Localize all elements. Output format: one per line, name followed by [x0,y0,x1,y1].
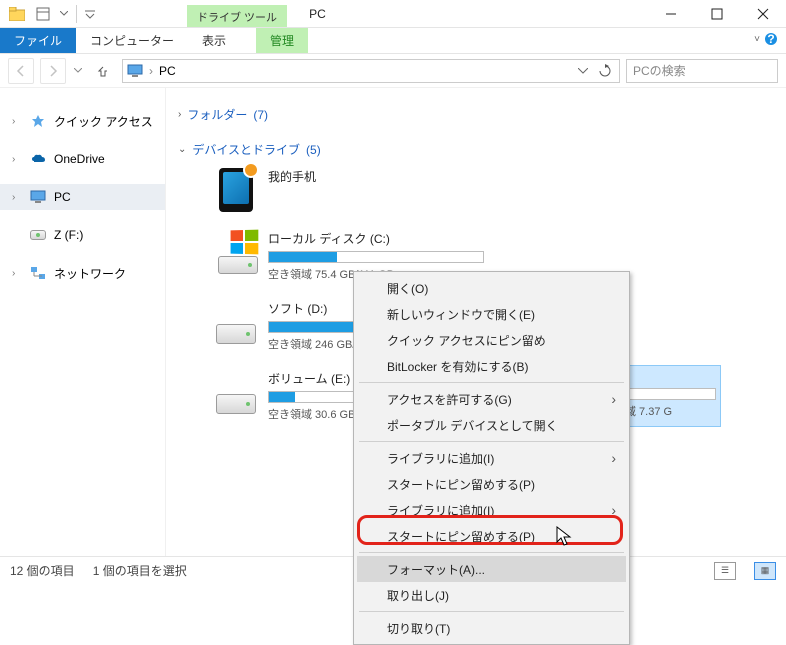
pc-icon [127,64,143,78]
group-header-folders[interactable]: › フォルダー (7) [178,106,774,123]
sidebar-label: PC [54,190,71,204]
view-tiles-button[interactable]: ▦ [754,562,776,580]
sidebar-label: OneDrive [54,152,105,166]
phone-icon [219,168,253,212]
windows-logo-icon [231,230,259,255]
contextual-tab-label: ドライブ ツール [187,5,287,27]
network-icon [30,265,46,281]
nav-up-button[interactable] [90,58,116,84]
refresh-button[interactable] [595,61,615,81]
menu-separator [359,382,624,383]
chevron-right-icon[interactable]: › [12,268,22,279]
chevron-right-icon[interactable]: › [12,192,22,203]
address-separator-icon[interactable]: › [149,64,153,78]
sidebar-label: ネットワーク [54,265,126,282]
quick-access-icon [30,113,46,129]
menu-grant-access[interactable]: アクセスを許可する(G) [357,386,626,412]
menu-add-library[interactable]: ライブラリに追加(I) [357,445,626,471]
drive-icon [30,227,46,243]
menu-separator [359,611,624,612]
hdd-icon [218,256,258,274]
address-dropdown-icon[interactable] [573,61,593,81]
hdd-icon [216,394,256,414]
tab-computer[interactable]: コンピューター [76,28,188,53]
hdd-icon [216,324,256,344]
nav-back-button[interactable] [8,58,34,84]
group-count: (5) [306,143,321,157]
tab-view[interactable]: 表示 [188,28,240,53]
sidebar-item-z-drive[interactable]: › Z (F:) [0,222,165,248]
menu-separator [359,552,624,553]
status-item-count: 12 個の項目 [10,562,75,579]
view-details-button[interactable]: ☰ [714,562,736,580]
menu-portable-device[interactable]: ポータブル デバイスとして開く [357,412,626,438]
nav-forward-button[interactable] [40,58,66,84]
menu-eject[interactable]: 取り出し(J) [357,582,626,608]
qat-dropdown[interactable] [58,3,70,25]
menu-pin-start[interactable]: スタートにピン留めする(P) [357,471,626,497]
maximize-button[interactable] [694,0,740,28]
help-icon[interactable]: ? [764,32,778,46]
menu-add-library-2[interactable]: ライブラリに追加(I) [357,497,626,523]
menu-bitlocker[interactable]: BitLocker を有効にする(B) [357,353,626,379]
drive-name: ローカル ディスク (C:) [268,230,484,247]
menu-open-new-window[interactable]: 新しいウィンドウで開く(E) [357,301,626,327]
chevron-right-icon: › [178,109,181,120]
sidebar-item-onedrive[interactable]: › OneDrive [0,146,165,172]
close-button[interactable] [740,0,786,28]
sidebar-item-network[interactable]: › ネットワーク [0,260,165,286]
nav-history-dropdown[interactable] [72,68,84,74]
explorer-icon [6,3,28,25]
ribbon-collapse-icon[interactable]: ˅ [754,34,760,45]
search-input[interactable]: PCの検索 [626,59,778,83]
navigation-pane: › クイック アクセス › OneDrive › PC › Z (F:) › ネ… [0,88,166,556]
device-phone[interactable]: 我的手机 [214,168,484,212]
group-label: フォルダー [187,106,247,123]
menu-open[interactable]: 開く(O) [357,275,626,301]
device-name: 我的手机 [268,168,484,185]
sidebar-item-pc[interactable]: › PC [0,184,165,210]
pc-icon [30,189,46,205]
sidebar-label: Z (F:) [54,228,83,242]
menu-cut[interactable]: 切り取り(T) [357,615,626,641]
group-label: デバイスとドライブ [192,141,300,158]
sidebar-item-quick-access[interactable]: › クイック アクセス [0,108,165,134]
address-bar[interactable]: › PC [122,59,620,83]
address-location: PC [159,64,176,78]
sidebar-label: クイック アクセス [54,113,153,130]
search-placeholder: PCの検索 [633,62,686,79]
capacity-bar [268,251,484,263]
menu-pin-quick-access[interactable]: クイック アクセスにピン留め [357,327,626,353]
group-count: (7) [253,108,268,122]
svg-text:?: ? [767,32,774,46]
context-menu: 開く(O) 新しいウィンドウで開く(E) クイック アクセスにピン留め BitL… [353,271,630,645]
menu-pin-start-2[interactable]: スタートにピン留めする(P) [357,523,626,549]
qat-properties[interactable] [32,3,54,25]
group-header-devices[interactable]: ⌄ デバイスとドライブ (5) [178,141,774,158]
chevron-right-icon[interactable]: › [12,116,22,127]
menu-format[interactable]: フォーマット(A)... [357,556,626,582]
chevron-down-icon: ⌄ [178,144,186,155]
tab-manage[interactable]: 管理 [256,28,308,53]
window-title: PC [309,7,326,21]
chevron-right-icon[interactable]: › [12,154,22,165]
minimize-button[interactable] [648,0,694,28]
menu-separator [359,441,624,442]
tab-file[interactable]: ファイル [0,28,76,53]
qat-customize[interactable] [83,3,97,25]
onedrive-icon [30,151,46,167]
status-selected-count: 1 個の項目を選択 [93,562,187,579]
